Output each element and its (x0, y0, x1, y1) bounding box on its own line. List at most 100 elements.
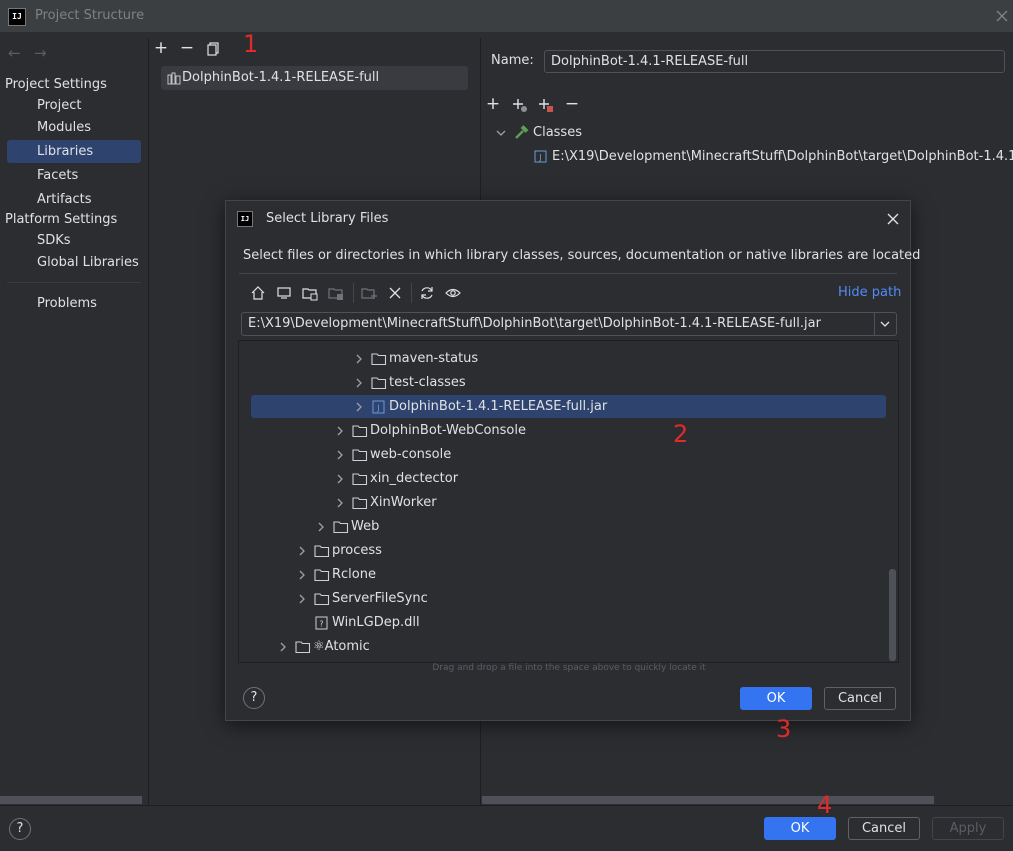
folder-icon (352, 448, 368, 462)
select-library-files-dialog: IJ Select Library Files Select files or … (225, 200, 920, 721)
sidebar-item-libraries[interactable]: Libraries (7, 140, 141, 163)
tree-item-label: DolphinBot-WebConsole (370, 423, 526, 438)
chevron-right-icon[interactable] (315, 521, 327, 533)
sidebar-item-problems[interactable]: Problems (7, 292, 141, 315)
tree-row[interactable]: ServerFileSync (239, 587, 898, 611)
dialog-ok-button[interactable]: OK (740, 687, 812, 710)
sidebar-scrollbar[interactable] (0, 796, 142, 804)
chevron-right-icon[interactable] (353, 401, 365, 413)
path-input[interactable]: E:\X19\Development\MinecraftStuff\Dolphi… (248, 316, 821, 331)
cancel-button[interactable]: Cancel (848, 817, 920, 840)
forward-arrow-icon[interactable]: → (34, 45, 50, 61)
tree-item-label: test-classes (389, 375, 466, 390)
ok-button[interactable]: OK (764, 817, 836, 840)
desktop-icon[interactable] (276, 285, 292, 301)
tree-scrollbar[interactable] (889, 569, 896, 661)
section-platform-settings: Platform Settings (5, 212, 118, 227)
remove-library-icon[interactable]: − (178, 39, 196, 57)
tree-row[interactable]: Rclone (239, 563, 898, 587)
dialog-divider (239, 273, 897, 274)
toolbar-divider (411, 283, 412, 303)
close-icon[interactable] (994, 8, 1010, 24)
chevron-right-icon[interactable] (334, 425, 346, 437)
classes-label: Classes (533, 125, 582, 140)
tree-row[interactable]: ⚛Atomic (239, 635, 898, 659)
chevron-right-icon[interactable] (334, 473, 346, 485)
chevron-right-icon[interactable] (334, 449, 346, 461)
add-root-icon[interactable]: + (484, 95, 502, 113)
chevron-right-icon[interactable] (353, 353, 365, 365)
folder-icon (352, 472, 368, 486)
folder-icon (314, 568, 330, 582)
tree-row[interactable]: ? WinLGDep.dll (239, 611, 898, 635)
jar-file-icon: J (371, 400, 387, 414)
home-icon[interactable] (250, 285, 266, 301)
chevron-right-icon[interactable] (353, 377, 365, 389)
add-library-icon[interactable]: + (152, 39, 170, 57)
library-name: DolphinBot-1.4.1-RELEASE-full (182, 70, 380, 85)
tree-row[interactable]: test-classes (239, 371, 898, 395)
library-name-field[interactable] (544, 50, 1005, 73)
chevron-right-icon[interactable] (296, 593, 308, 605)
remove-root-icon[interactable]: − (563, 95, 581, 113)
library-list-item[interactable]: DolphinBot-1.4.1-RELEASE-full (161, 66, 468, 90)
unknown-file-icon: ? (314, 616, 330, 630)
sidebar-item-global-libraries[interactable]: Global Libraries (7, 251, 141, 274)
sidebar-item-facets[interactable]: Facets (7, 164, 141, 187)
class-path[interactable]: E:\X19\Development\MinecraftStuff\Dolphi… (552, 149, 1013, 164)
tree-row[interactable]: process (239, 539, 898, 563)
chevron-right-icon[interactable] (277, 641, 289, 653)
copy-icon[interactable] (205, 41, 221, 57)
title-bar (0, 0, 1013, 32)
tree-item-label: process (332, 543, 382, 558)
annotation-marker: 1 (243, 30, 259, 58)
tree-row[interactable]: maven-status (239, 347, 898, 371)
tree-row[interactable]: J DolphinBot-1.4.1-RELEASE-full.jar (239, 395, 898, 419)
path-combobox[interactable]: E:\X19\Development\MinecraftStuff\Dolphi… (241, 312, 897, 336)
dialog-help-button[interactable]: ? (243, 687, 265, 709)
folder-icon (314, 544, 330, 558)
chevron-down-icon[interactable] (496, 128, 506, 138)
tree-item-label: Rclone (332, 567, 376, 582)
name-label: Name: (491, 53, 534, 68)
delete-icon[interactable] (387, 285, 403, 301)
new-folder-icon[interactable] (361, 285, 377, 301)
sidebar-item-modules[interactable]: Modules (7, 116, 141, 139)
tree-item-label: xin_dectector (370, 471, 459, 486)
combobox-divider (874, 313, 875, 335)
tree-row[interactable]: XinWorker (239, 491, 898, 515)
apply-button[interactable]: Apply (932, 817, 1004, 840)
dialog-cancel-button[interactable]: Cancel (824, 687, 896, 710)
details-scrollbar[interactable] (482, 796, 934, 804)
help-button[interactable]: ? (9, 818, 31, 840)
chevron-right-icon[interactable] (296, 545, 308, 557)
file-tree[interactable]: maven-status test-classes J DolphinBot-1.4.… (238, 340, 899, 663)
refresh-icon[interactable] (419, 285, 435, 301)
tree-row[interactable]: xin_dectector (239, 467, 898, 491)
back-arrow-icon[interactable]: ← (8, 45, 24, 61)
sidebar-separator (148, 38, 149, 805)
intellij-logo-icon: IJ (237, 211, 253, 227)
sidebar-item-artifacts[interactable]: Artifacts (7, 188, 141, 211)
chevron-right-icon[interactable] (334, 497, 346, 509)
tree-row[interactable]: DolphinBot-WebConsole (239, 419, 898, 443)
folder-icon (371, 376, 387, 390)
tree-row[interactable]: Web (239, 515, 898, 539)
tree-row[interactable]: web-console (239, 443, 898, 467)
chevron-right-icon[interactable] (296, 569, 308, 581)
chevron-down-icon[interactable] (879, 318, 891, 330)
module-folder-icon[interactable] (328, 285, 344, 301)
folder-icon (352, 496, 368, 510)
dialog-close-icon[interactable] (886, 212, 900, 226)
annotation-marker: 4 (817, 791, 833, 819)
show-hidden-icon[interactable] (445, 285, 461, 301)
attach-jar-icon[interactable] (537, 97, 555, 113)
svg-text:?: ? (319, 620, 323, 629)
sidebar-item-project[interactable]: Project (7, 94, 141, 117)
attach-classes-icon[interactable] (511, 97, 529, 113)
project-folder-icon[interactable] (302, 285, 318, 301)
hide-path-link[interactable]: Hide path (838, 285, 901, 300)
tree-item-label: ⚛Atomic (313, 639, 370, 654)
tree-item-label: XinWorker (370, 495, 437, 510)
sidebar-item-sdks[interactable]: SDKs (7, 229, 141, 252)
